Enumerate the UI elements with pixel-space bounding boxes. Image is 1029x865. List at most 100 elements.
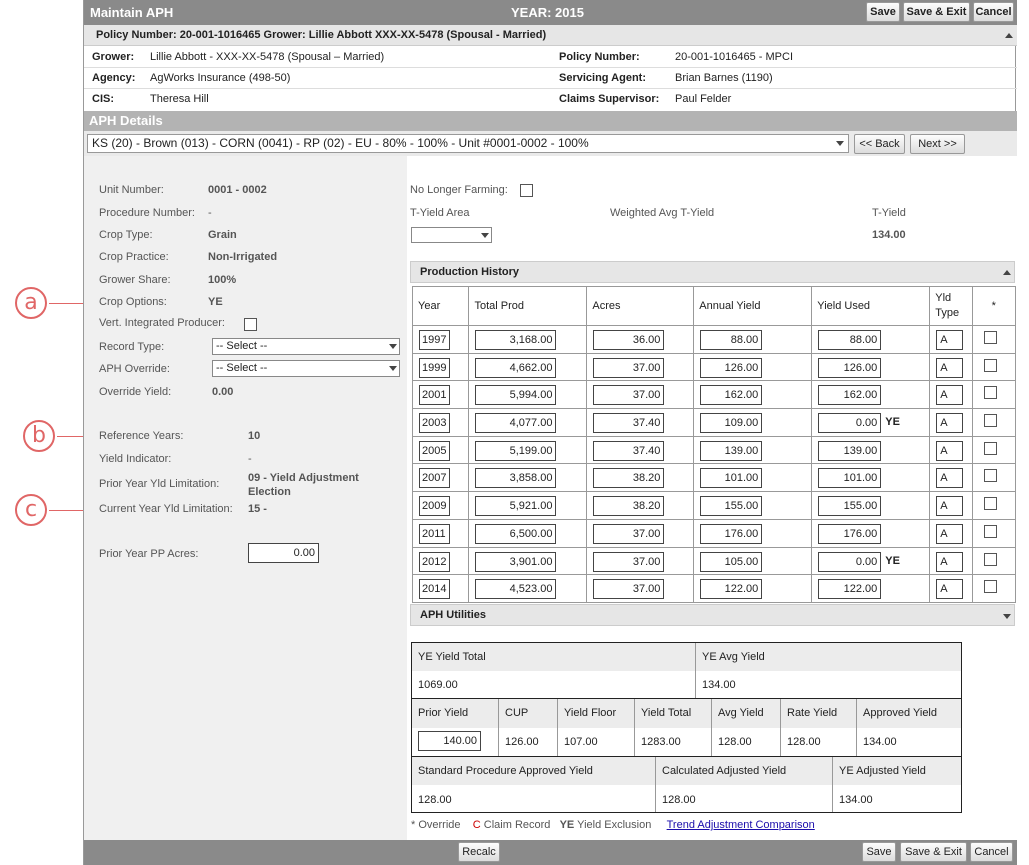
yield-used-input[interactable]: 0.00: [818, 551, 882, 572]
yield-used-input[interactable]: 162.00: [818, 385, 882, 406]
record-type-select[interactable]: -- Select --: [212, 338, 400, 355]
year-input[interactable]: 2009: [419, 496, 450, 517]
override-checkbox[interactable]: [983, 580, 997, 594]
yield-used-input[interactable]: 155.00: [818, 496, 882, 517]
collapse-caret-icon[interactable]: [1003, 270, 1011, 275]
yield-used-input[interactable]: 139.00: [818, 440, 882, 461]
annual-yield-input[interactable]: 109.00: [700, 413, 763, 434]
vip-checkbox[interactable]: [244, 318, 257, 331]
prior-yield-input[interactable]: 140.00: [418, 731, 481, 751]
annual-yield-input[interactable]: 122.00: [700, 579, 763, 600]
total-prod-input[interactable]: 3,858.00: [475, 468, 557, 489]
yld-type-input[interactable]: A: [936, 385, 964, 406]
year-input[interactable]: 2012: [419, 551, 450, 572]
override-checkbox[interactable]: [983, 552, 997, 566]
table-row: 2003 4,077.00 37.40 109.00 0.00 YE A: [411, 408, 1017, 437]
year-input[interactable]: 2014: [419, 579, 450, 600]
aph-utilities-header[interactable]: APH Utilities: [410, 604, 1015, 626]
year-input[interactable]: 2007: [419, 468, 450, 489]
override-checkbox[interactable]: [983, 386, 997, 400]
year-input[interactable]: 2001: [419, 385, 450, 406]
cancel-button-top[interactable]: Cancel: [973, 2, 1014, 22]
cancel-button-bottom[interactable]: Cancel: [970, 842, 1013, 862]
override-checkbox[interactable]: [983, 524, 997, 538]
save-button-bottom[interactable]: Save: [862, 842, 896, 862]
override-checkbox[interactable]: [983, 497, 997, 511]
annual-yield-input[interactable]: 139.00: [700, 440, 763, 461]
annual-yield-input[interactable]: 88.00: [700, 330, 763, 350]
yield-used-input[interactable]: 88.00: [818, 330, 882, 350]
tyield-area-select[interactable]: [411, 227, 492, 243]
annual-yield-input[interactable]: 101.00: [700, 468, 763, 489]
yld-type-input[interactable]: A: [936, 496, 964, 517]
total-prod-input[interactable]: 3,901.00: [475, 551, 557, 572]
total-prod-input[interactable]: 4,077.00: [475, 413, 557, 434]
override-checkbox[interactable]: [983, 469, 997, 483]
total-prod-input[interactable]: 5,921.00: [475, 496, 557, 517]
total-prod-input[interactable]: 5,199.00: [475, 440, 557, 461]
yld-type-input[interactable]: A: [936, 551, 964, 572]
unit-select[interactable]: KS (20) - Brown (013) - CORN (0041) - RP…: [87, 134, 849, 153]
yld-type-input[interactable]: A: [936, 440, 964, 461]
override-cell: [971, 352, 1017, 382]
acres-input[interactable]: 37.40: [593, 413, 665, 434]
year-input[interactable]: 1999: [419, 357, 450, 378]
yield-used-input[interactable]: 122.00: [818, 579, 882, 600]
crop-type-label: Crop Type:: [99, 229, 153, 241]
annual-yield-input[interactable]: 105.00: [700, 551, 763, 572]
yield-used-input[interactable]: 101.00: [818, 468, 882, 489]
override-checkbox[interactable]: [983, 358, 997, 372]
acres-input[interactable]: 37.00: [593, 579, 665, 600]
yld-type-input[interactable]: A: [936, 413, 964, 434]
year-input[interactable]: 2005: [419, 440, 450, 461]
annual-yield-input[interactable]: 155.00: [700, 496, 763, 517]
aph-override-select[interactable]: -- Select --: [212, 360, 400, 377]
year-input[interactable]: 2011: [419, 523, 450, 544]
back-button[interactable]: << Back: [854, 134, 905, 154]
yield-floor-value: 107.00: [564, 736, 598, 748]
annual-yield-input[interactable]: 126.00: [700, 357, 763, 378]
save-exit-button-top[interactable]: Save & Exit: [903, 2, 970, 22]
crop-practice-label: Crop Practice:: [99, 251, 169, 263]
yld-type-input[interactable]: A: [936, 357, 964, 378]
yield-summary-box: Prior Yield 140.00 CUP 126.00 Yield Floo…: [411, 698, 962, 757]
acres-input[interactable]: 37.40: [593, 440, 665, 461]
policy-header[interactable]: Policy Number: 20-001-1016465 Grower: Li…: [84, 25, 1017, 46]
recalc-button[interactable]: Recalc: [458, 842, 500, 862]
annual-yield-input[interactable]: 176.00: [700, 523, 763, 544]
override-checkbox[interactable]: [983, 441, 997, 455]
yld-type-input[interactable]: A: [936, 468, 964, 489]
trend-adjustment-link[interactable]: Trend Adjustment Comparison: [667, 819, 815, 831]
acres-input[interactable]: 37.00: [593, 551, 665, 572]
total-prod-input[interactable]: 5,994.00: [475, 385, 557, 406]
total-prod-input[interactable]: 4,523.00: [475, 579, 557, 600]
collapse-caret-icon[interactable]: [1005, 33, 1013, 38]
save-button-top[interactable]: Save: [866, 2, 900, 22]
total-prod-input[interactable]: 3,168.00: [475, 330, 557, 350]
year-input[interactable]: 1997: [419, 330, 450, 350]
save-exit-button-bottom[interactable]: Save & Exit: [900, 842, 967, 862]
yield-used-input[interactable]: 176.00: [818, 523, 882, 544]
yield-used-input[interactable]: 0.00: [818, 413, 882, 434]
acres-input[interactable]: 38.20: [593, 496, 665, 517]
acres-input[interactable]: 37.00: [593, 523, 665, 544]
yield-used-input[interactable]: 126.00: [818, 357, 882, 378]
acres-input[interactable]: 37.00: [593, 385, 665, 406]
yld-type-input[interactable]: A: [936, 330, 964, 350]
production-history-header[interactable]: Production History: [410, 261, 1015, 283]
annual-yield-input[interactable]: 162.00: [700, 385, 763, 406]
year-input[interactable]: 2003: [419, 413, 450, 434]
acres-input[interactable]: 37.00: [593, 357, 665, 378]
acres-input[interactable]: 36.00: [593, 330, 665, 350]
yld-type-input[interactable]: A: [936, 523, 964, 544]
yld-type-input[interactable]: A: [936, 579, 964, 600]
next-button[interactable]: Next >>: [910, 134, 965, 154]
override-checkbox[interactable]: [983, 414, 997, 428]
acres-input[interactable]: 38.20: [593, 468, 665, 489]
total-prod-input[interactable]: 6,500.00: [475, 523, 557, 544]
no-longer-farming-checkbox[interactable]: [520, 184, 533, 197]
expand-caret-icon[interactable]: [1003, 614, 1011, 619]
pp-acres-input[interactable]: 0.00: [248, 543, 319, 563]
total-prod-input[interactable]: 4,662.00: [475, 357, 557, 378]
override-checkbox[interactable]: [983, 331, 997, 344]
